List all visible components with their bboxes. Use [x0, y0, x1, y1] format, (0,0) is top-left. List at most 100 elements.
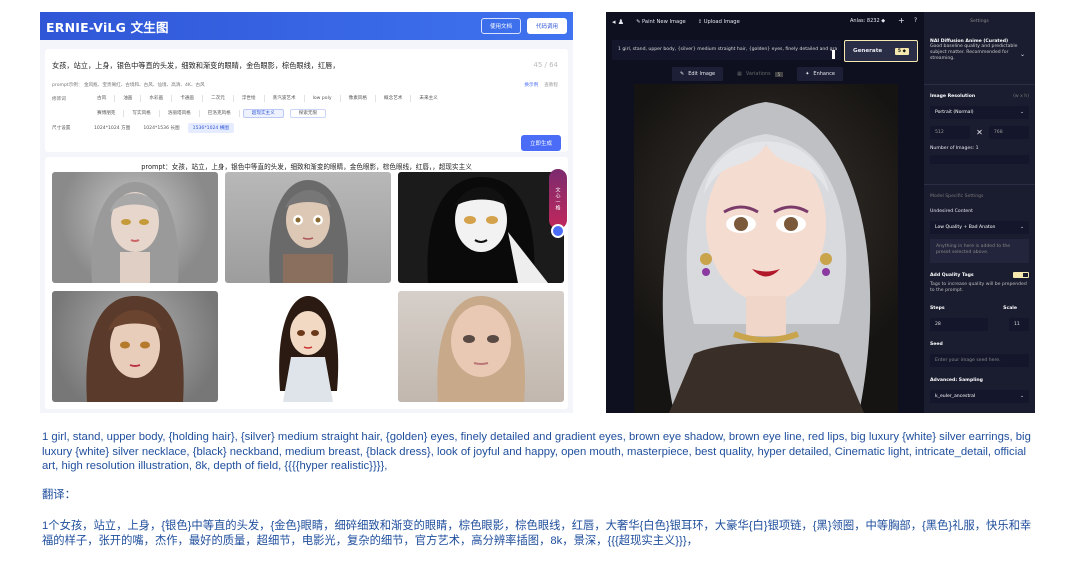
model-settings-label: Model Specific Settings — [930, 194, 984, 199]
style-tag[interactable]: 赛博朋克 — [89, 110, 125, 117]
app-title: ERNIE-ViLG 文生图 — [46, 19, 169, 35]
chinese-translation-text: 1个女孩，站立，上身，{银色}中等直的头发，{金色}眼睛，细碎细致和渐变的眼睛，… — [42, 520, 1032, 547]
docs-button[interactable]: 使用文档 — [480, 18, 521, 34]
girl-brown-hair-image — [86, 296, 184, 402]
variations-button[interactable]: ▦ Variations 5 — [729, 67, 791, 81]
floating-promo[interactable]: 文心一格 — [549, 169, 567, 229]
scale-input[interactable]: 11 — [1009, 318, 1029, 331]
style-label: 修饰词 — [52, 96, 66, 102]
girl-ink-image — [427, 177, 548, 283]
size-option-selected[interactable]: 1536*1024 横图 — [187, 123, 234, 133]
add-anlas-icon[interactable]: + — [898, 16, 905, 25]
scale-label: Scale — [1003, 306, 1017, 311]
chevron-down-icon: ⌄ — [1019, 51, 1025, 58]
quality-tags-row: Add Quality Tags — [930, 272, 1029, 278]
settings-header: Settings — [970, 19, 989, 24]
explore-tag[interactable]: 探索无限 — [289, 109, 327, 118]
size-label: 尺寸设置 — [52, 126, 71, 131]
style-tag[interactable]: 洛丽塔风格 — [160, 110, 200, 117]
quality-tags-toggle[interactable] — [1013, 272, 1029, 278]
divider — [924, 184, 1035, 185]
style-tag[interactable]: 未来主义 — [411, 95, 445, 102]
help-icon[interactable]: ? — [914, 17, 917, 24]
steps-label: Steps — [930, 306, 945, 311]
result-image[interactable] — [225, 291, 391, 402]
paint-new-image-link[interactable]: ✎ Paint New Image — [636, 19, 686, 25]
style-tag[interactable]: 写实风格 — [124, 110, 160, 117]
width-input[interactable]: 512 — [930, 126, 971, 139]
num-images-slider[interactable] — [930, 155, 1029, 164]
result-image[interactable] — [52, 172, 218, 283]
result-prompt: prompt：女孩，站立，上身，银色中等直的头发，细致和渐变的眼睛，金色眼影，棕… — [141, 163, 472, 171]
size-option[interactable]: 1024*1536 长图 — [138, 123, 184, 133]
novelai-panel: ◂ ♟ ✎ Paint New Image ⇪ Upload Image Anl… — [606, 12, 1035, 413]
steps-scale-labels: Steps Scale — [930, 306, 1029, 311]
floating-help-icon[interactable] — [551, 224, 565, 238]
chevron-down-icon: ⌄ — [1020, 110, 1024, 115]
style-tag[interactable]: 水彩画 — [141, 95, 173, 102]
undesired-textarea[interactable]: Anything in here is added to the preset … — [930, 239, 1029, 263]
quality-tags-label: Add Quality Tags — [930, 272, 974, 278]
result-image[interactable] — [225, 172, 391, 283]
girl-cartoon-image — [269, 180, 349, 283]
chevron-down-icon: ⌄ — [1020, 394, 1024, 399]
nai-logo-icon[interactable]: ◂ ♟ — [612, 18, 624, 26]
style-tag[interactable]: 巴洛克风格 — [200, 110, 240, 117]
style-tag[interactable]: 古风 — [89, 95, 116, 102]
swap-example-link[interactable]: 换示例 — [524, 82, 538, 88]
translation-label: 翻译： — [42, 489, 76, 501]
generate-button[interactable]: Generate 5 ◆ — [844, 40, 918, 62]
ernie-vilg-panel: ERNIE-ViLG 文生图 使用文档 代码调用 女孩，站立，上身，银色中等直的… — [40, 12, 573, 413]
girl-portrait-image — [91, 182, 179, 283]
steps-scale-inputs: 28 11 — [930, 318, 1029, 331]
seed-input[interactable]: Enter your image seed here. — [930, 354, 1029, 367]
result-grid — [52, 172, 564, 402]
style-tag[interactable]: 油画 — [115, 95, 142, 102]
height-input[interactable]: 768 — [988, 126, 1030, 139]
results-card: prompt：女孩，站立，上身，银色中等直的头发，细致和渐变的眼睛，金色眼影，棕… — [45, 157, 568, 409]
steps-input[interactable]: 28 — [930, 318, 988, 331]
sampling-label: Advanced: Sampling — [930, 378, 983, 383]
seed-label: Seed — [930, 342, 943, 347]
prompt-input[interactable]: 女孩，站立，上身，银色中等直的头发，细致和渐变的眼睛，金色眼影，棕色眼线，红唇， — [52, 61, 340, 71]
style-tag[interactable]: low poly — [305, 95, 341, 102]
chevron-down-icon: ⌄ — [1020, 225, 1024, 230]
sampling-dropdown[interactable]: k_euler_ancestral ⌄ — [930, 390, 1029, 403]
anlas-cost-badge: 5 ◆ — [894, 47, 909, 55]
result-image[interactable] — [52, 291, 218, 402]
style-tag[interactable]: 二次元 — [203, 95, 234, 102]
style-row-1: 修饰词 古风 油画 水彩画 卡通画 二次元 浮世绘 蒸汽波艺术 low poly… — [52, 95, 446, 102]
generate-button[interactable]: 立即生成 — [520, 135, 561, 151]
style-tag[interactable]: 像素风格 — [341, 95, 376, 102]
prompt-card: 女孩，站立，上身，银色中等直的头发，细致和渐变的眼睛，金色眼影，棕色眼线，红唇，… — [45, 49, 568, 152]
style-tag[interactable]: 浮世绘 — [234, 95, 265, 102]
example-line: prompt示例： 金风瓶、宝贵阁红、古境和、古风、仙境、高清、4K、古风 — [52, 83, 205, 88]
ernie-header: ERNIE-ViLG 文生图 使用文档 代码调用 — [40, 12, 573, 40]
upload-image-link[interactable]: ⇪ Upload Image — [698, 19, 740, 25]
prompt-input[interactable]: 1 girl, stand, upper body, {silver} medi… — [612, 40, 841, 60]
text-cursor — [832, 50, 835, 59]
anime-girl-portrait — [662, 102, 871, 413]
english-prompt-text: 1 girl, stand, upper body, {holding hair… — [42, 431, 1031, 472]
girl-chibi-image — [279, 296, 339, 402]
resolution-dropdown[interactable]: Portrait (Normal) ⌄ — [930, 106, 1029, 119]
resolution-header: Image Resolution (w x h) — [930, 94, 1029, 99]
size-option[interactable]: 1024*1024 方图 — [89, 123, 135, 133]
model-selector[interactable]: NAI Diffusion Anime (Curated) Good basel… — [930, 39, 1029, 62]
tutorial-link[interactable]: 查教程 — [544, 82, 558, 88]
style-tag[interactable]: 卡通画 — [172, 95, 203, 102]
style-tag[interactable]: 蒸汽波艺术 — [265, 95, 305, 102]
enhance-button[interactable]: ✦ Enhance — [797, 67, 843, 81]
style-tag[interactable]: 概念艺术 — [376, 95, 412, 102]
model-description: Good baseline quality and predictable su… — [930, 44, 1018, 61]
generated-image[interactable] — [634, 84, 898, 413]
result-image[interactable] — [398, 172, 564, 283]
result-image[interactable] — [398, 291, 564, 402]
style-tag-selected[interactable]: 超现实主义 — [242, 109, 284, 118]
anlas-balance: Anlas: 8232 ◆ — [850, 18, 886, 24]
multiply-icon: ✕ — [976, 128, 983, 137]
edit-image-button[interactable]: ✎ Edit Image — [672, 67, 724, 81]
size-row: 尺寸设置 1024*1024 方图 1024*1536 长图 1536*1024… — [52, 123, 237, 133]
code-call-button[interactable]: 代码调用 — [526, 18, 567, 34]
undesired-dropdown[interactable]: Low Quality + Bad Anaton ⌄ — [930, 221, 1029, 234]
